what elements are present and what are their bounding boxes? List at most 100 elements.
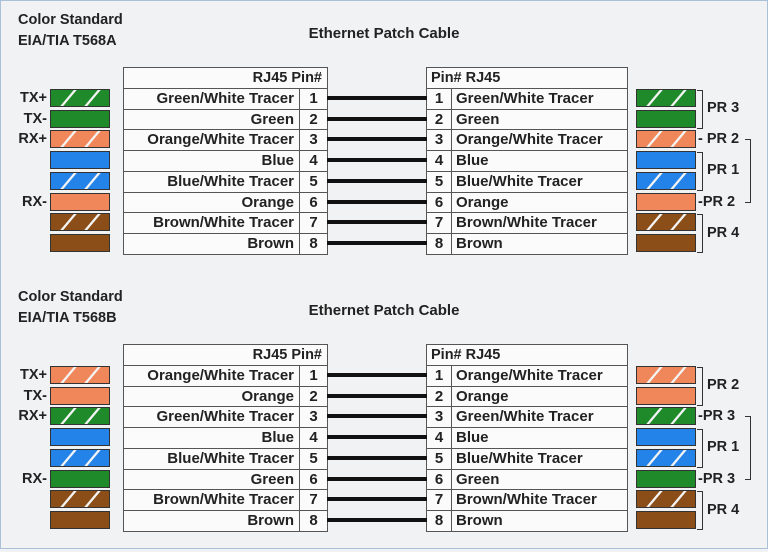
left-wire-swatch (50, 448, 110, 467)
table-row: 3 Orange/White Tracer (427, 129, 627, 151)
pin-number: 6 (434, 193, 444, 211)
tracer-stripe (56, 90, 81, 106)
tracer-stripe (666, 131, 691, 148)
wire-name: Blue/White Tracer (167, 449, 294, 467)
cable-title: Ethernet Patch Cable (308, 302, 460, 319)
table-row: Brown/White Tracer 7 (124, 212, 327, 234)
pair-bracket (697, 152, 703, 191)
pin-number: 6 (299, 192, 327, 213)
cable-title: Ethernet Patch Cable (308, 25, 460, 42)
pair-label: PR 4 (707, 501, 740, 518)
pin-number: 8 (434, 511, 444, 529)
table-row: 7 Brown/White Tracer (427, 489, 627, 511)
table-row: 2 Green (427, 108, 627, 131)
right-wire-swatch (636, 89, 696, 107)
pair-label: PR 4 (707, 224, 740, 241)
wire-name: Green (451, 469, 626, 490)
tracer-stripe (80, 449, 105, 466)
pair-bracket (697, 491, 703, 530)
right-wire-swatch (636, 510, 696, 529)
cable-wire (327, 373, 427, 377)
pin-number: 3 (299, 130, 327, 151)
left-wire-swatch (50, 233, 110, 252)
signal-label: RX- (22, 470, 47, 487)
right-wire-swatch (636, 130, 696, 149)
tracer-stripe (666, 172, 691, 189)
signal-label: TX+ (20, 90, 47, 106)
tracer-stripe (642, 491, 667, 508)
pin-number: 7 (434, 491, 444, 509)
wire-name: Green (451, 109, 626, 131)
tracer-stripe (642, 131, 667, 148)
right-rj45-table: Pin# RJ45 1 Orange/White Tracer 2 Orange 3 Gre… (426, 344, 628, 532)
table-row: Brown 8 (124, 232, 327, 255)
table-row: 4 Blue (427, 150, 627, 172)
wire-name: Orange/White Tracer (451, 130, 626, 151)
wire-name: Green (250, 110, 294, 128)
wire-name: Brown (451, 233, 626, 255)
table-row: Blue/White Tracer 5 (124, 447, 327, 470)
pin-number: 2 (299, 386, 327, 408)
table-row: 8 Brown (427, 509, 627, 532)
wire-name: Blue/White Tracer (167, 172, 294, 190)
tracer-stripe (56, 491, 81, 508)
pair-label: -PR 2 (698, 193, 736, 210)
wire-name: Blue/White Tracer (451, 448, 626, 470)
pin-number: 5 (299, 171, 327, 193)
pin-number: 3 (434, 408, 444, 426)
table-row: Blue/White Tracer 5 (124, 170, 327, 193)
pair-label: PR 3 (707, 100, 740, 117)
cable-wire (327, 199, 427, 204)
pin-number: 3 (434, 131, 444, 149)
tracer-stripe (642, 449, 667, 466)
left-wire-swatch (50, 366, 110, 384)
signal-label: RX- (22, 193, 47, 210)
signal-label: RX+ (18, 131, 47, 148)
pair-label: PR 1 (707, 162, 740, 179)
pin-number: 2 (434, 110, 444, 128)
right-wire-swatch (636, 407, 696, 426)
wire-name: Blue (261, 429, 294, 447)
tracer-stripe (642, 172, 667, 189)
left-table-header: RJ45 Pin# (252, 70, 322, 86)
pin-number: 1 (299, 89, 327, 110)
tracer-stripe (80, 214, 105, 231)
pin-number: 5 (434, 172, 444, 190)
wire-name: Green/White Tracer (451, 407, 626, 428)
pair-label: - PR 2 (698, 131, 740, 148)
cable-wire (327, 393, 427, 398)
table-row: 4 Blue (427, 427, 627, 449)
left-rj45-table: RJ45 Pin# Orange/White Tracer 1 Orange 2 Gree… (123, 344, 328, 532)
pin-number: 5 (299, 448, 327, 470)
cable-wire (327, 414, 427, 419)
pin-number: 4 (434, 429, 444, 447)
right-wire-swatch (636, 192, 696, 211)
pin-number: 7 (299, 490, 327, 511)
wire-name: Orange/White Tracer (147, 131, 294, 149)
cable-wire (327, 240, 427, 245)
table-row: Green/White Tracer 1 (124, 88, 327, 110)
table-row: Blue 4 (124, 427, 327, 449)
table-row: Blue 4 (124, 150, 327, 172)
right-wire-swatch (636, 386, 696, 405)
tracer-stripe (80, 172, 105, 189)
tracer-stripe (666, 90, 691, 106)
tracer-stripe (56, 408, 81, 425)
pin-number: 1 (434, 367, 444, 384)
wire-name: Green/White Tracer (156, 408, 294, 426)
standard-section-t568a: Color Standard EIA/TIA T568A Ethernet Patc… (0, 0, 768, 275)
tracer-stripe (642, 367, 667, 383)
left-table-header: RJ45 Pin# (252, 347, 322, 363)
pin-number: 5 (434, 449, 444, 467)
split-pair-bracket (745, 139, 751, 204)
left-wire-swatch (50, 171, 110, 190)
wire-name: Brown (247, 511, 294, 529)
right-table-header: Pin# RJ45 (431, 70, 501, 86)
tracer-stripe (80, 131, 105, 148)
left-rj45-table: RJ45 Pin# Green/White Tracer 1 Green 2 Orange… (123, 67, 328, 255)
wire-name: Brown/White Tracer (153, 214, 294, 232)
cable-wire (327, 497, 427, 502)
wire-name: Green/White Tracer (451, 89, 626, 110)
pin-number: 8 (299, 233, 327, 255)
pair-bracket (697, 367, 703, 406)
